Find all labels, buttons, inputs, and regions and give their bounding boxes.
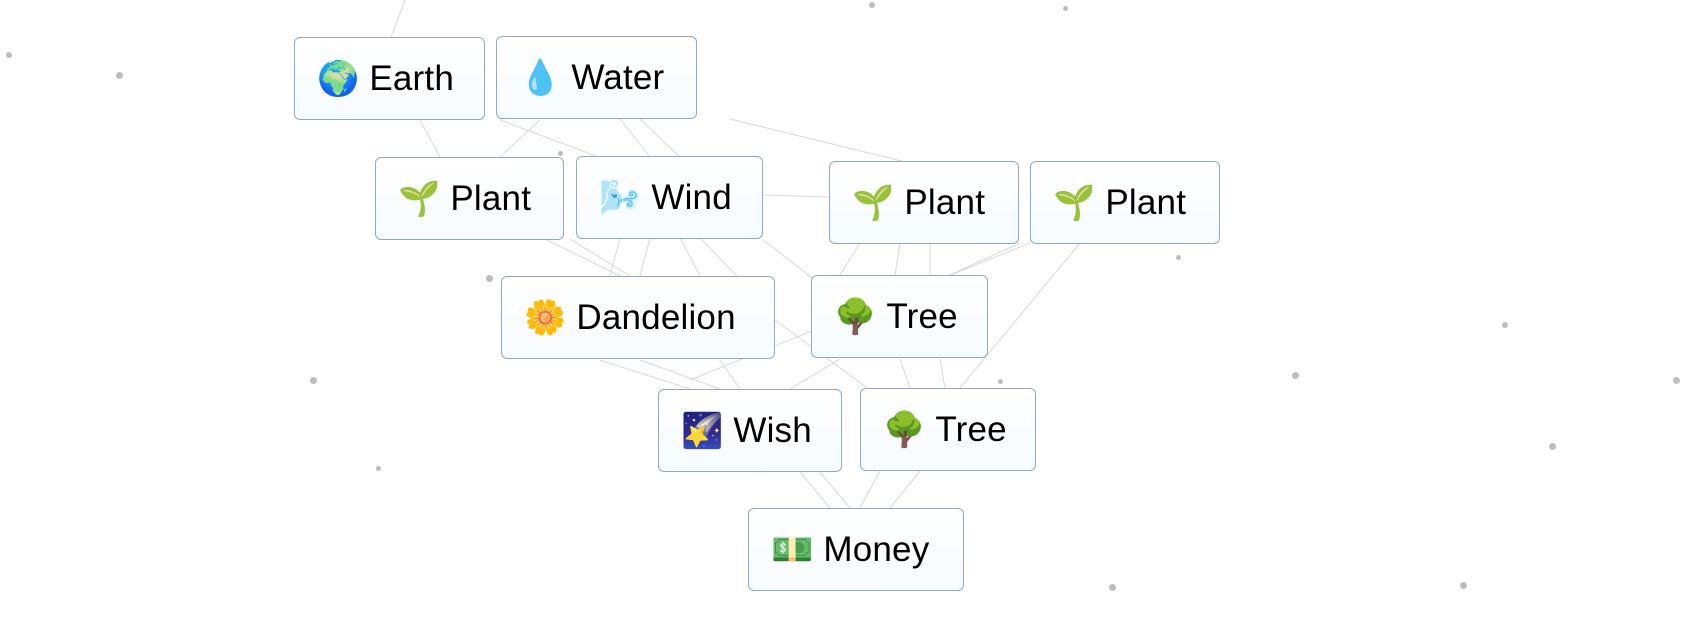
item-wish[interactable]: 🌠 Wish xyxy=(658,389,842,472)
item-label: Plant xyxy=(450,178,532,218)
background-particle xyxy=(1673,377,1680,384)
item-wind[interactable]: 🌬️ Wind xyxy=(576,156,763,239)
droplet-icon: 💧 xyxy=(519,57,562,98)
seedling-icon: 🌱 xyxy=(1053,182,1096,223)
dollar-banknote-icon: 💵 xyxy=(771,529,814,570)
background-particle xyxy=(310,377,317,384)
connection-line xyxy=(419,119,441,158)
shooting-star-icon: 🌠 xyxy=(681,410,724,451)
connection-line xyxy=(599,359,691,390)
connection-line xyxy=(899,358,911,389)
background-particle xyxy=(376,466,381,471)
connection-line xyxy=(894,242,901,276)
connection-line xyxy=(889,470,921,509)
background-particle xyxy=(1109,584,1116,591)
item-water[interactable]: 💧 Water xyxy=(496,36,697,119)
item-label: Tree xyxy=(886,296,958,336)
connection-line xyxy=(799,471,831,509)
item-label: Plant xyxy=(904,182,986,222)
connection-line xyxy=(639,359,721,390)
background-particle xyxy=(1549,443,1556,450)
connection-line xyxy=(679,237,701,277)
background-particle xyxy=(558,151,563,156)
item-tree[interactable]: 🌳 Tree xyxy=(860,388,1036,471)
background-particle xyxy=(486,275,493,282)
seedling-icon: 🌱 xyxy=(398,178,441,219)
background-particle xyxy=(869,2,875,8)
tree-icon: 🌳 xyxy=(834,296,877,337)
background-particle xyxy=(998,379,1003,384)
item-money[interactable]: 💵 Money xyxy=(748,508,964,591)
background-particle xyxy=(1460,582,1467,589)
item-label: Wish xyxy=(733,410,812,450)
connection-line xyxy=(939,358,946,389)
item-label: Water xyxy=(571,57,665,97)
item-label: Tree xyxy=(935,409,1007,449)
connection-line xyxy=(499,119,541,158)
item-label: Dandelion xyxy=(576,297,736,337)
connection-line xyxy=(762,194,830,198)
item-earth[interactable]: 🌍 Earth xyxy=(294,37,485,120)
item-label: Money xyxy=(823,529,930,569)
connection-line xyxy=(389,0,406,41)
background-particle xyxy=(1063,6,1068,11)
item-label: Earth xyxy=(369,58,454,98)
item-label: Plant xyxy=(1105,182,1187,222)
item-dandelion[interactable]: 🌼 Dandelion xyxy=(501,276,775,359)
connection-line xyxy=(819,471,851,509)
connection-line xyxy=(609,237,621,277)
connection-line xyxy=(839,242,861,276)
connection-line xyxy=(949,242,1021,276)
wind-face-icon: 🌬️ xyxy=(599,177,642,218)
connection-line xyxy=(859,470,881,509)
item-label: Wind xyxy=(651,177,732,217)
background-particle xyxy=(1176,255,1181,260)
background-particle xyxy=(1292,372,1299,379)
item-plant[interactable]: 🌱 Plant xyxy=(375,157,564,240)
blossom-icon: 🌼 xyxy=(524,297,567,338)
connection-line xyxy=(569,238,631,277)
item-plant[interactable]: 🌱 Plant xyxy=(829,161,1019,244)
background-particle xyxy=(116,72,123,79)
connection-line xyxy=(544,238,621,277)
connection-line xyxy=(639,237,651,277)
globe-icon: 🌍 xyxy=(317,58,360,99)
connection-line xyxy=(789,358,841,390)
background-particle xyxy=(1502,322,1508,328)
background-particle xyxy=(6,52,12,58)
tree-icon: 🌳 xyxy=(883,409,926,450)
seedling-icon: 🌱 xyxy=(852,182,895,223)
item-plant[interactable]: 🌱 Plant xyxy=(1030,161,1220,244)
item-tree[interactable]: 🌳 Tree xyxy=(811,275,988,358)
